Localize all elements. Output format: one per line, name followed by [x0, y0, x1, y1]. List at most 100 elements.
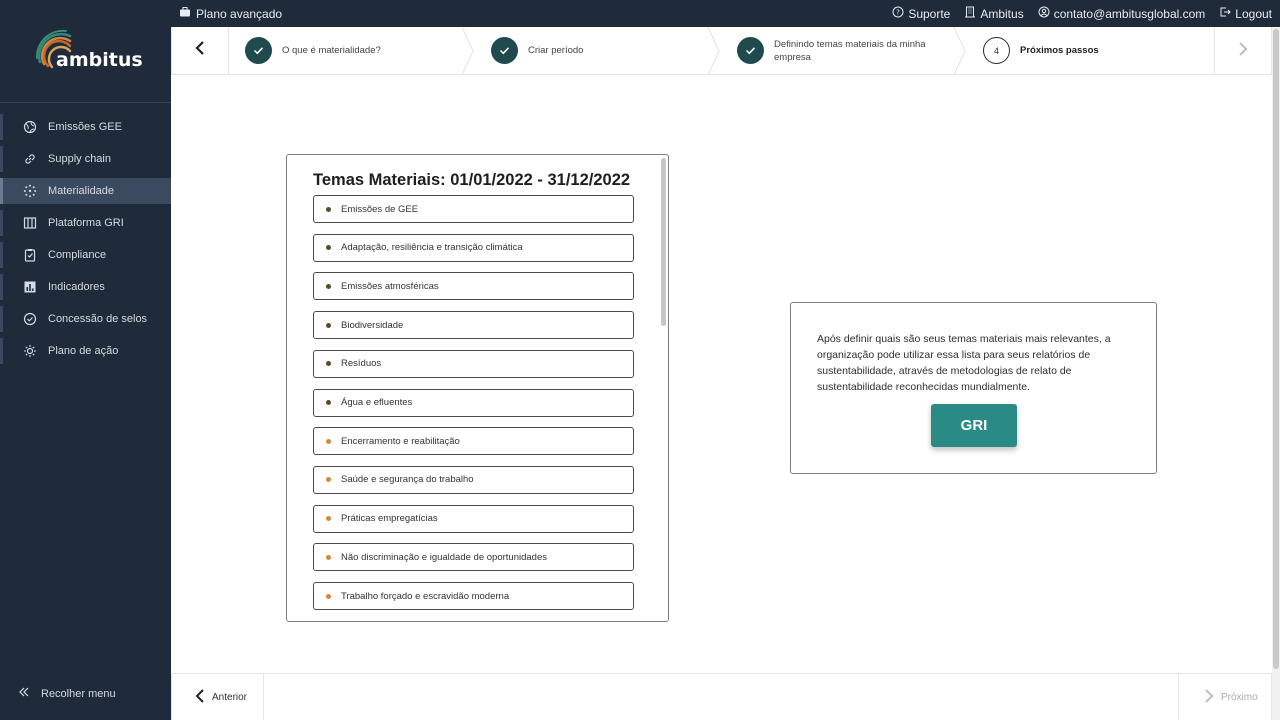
page-scrollbar[interactable]: [1272, 27, 1280, 720]
bullet-dot-icon: [326, 516, 331, 522]
chevron-right-icon: [1203, 688, 1215, 707]
topic-item[interactable]: Saúde e segurança do trabalho: [313, 465, 634, 494]
topic-label: Resíduos: [341, 358, 382, 370]
sidebar-item-supply-chain[interactable]: Supply chain: [0, 146, 171, 172]
topic-label: Emissões atmosféricas: [341, 280, 439, 292]
sidebar-item-label: Concessão de selos: [48, 313, 148, 325]
stepper: O que é materialidade? Criar período Def…: [171, 26, 1272, 75]
support-link[interactable]: ? Suporte: [892, 6, 950, 21]
stepper-next-button[interactable]: [1214, 27, 1271, 75]
dots-circle-icon: [23, 184, 37, 198]
previous-button[interactable]: Anterior: [172, 674, 264, 720]
company-label: Ambitus: [980, 6, 1024, 21]
check-icon: [253, 47, 264, 55]
step-label: Definindo temas materiais da minha empre…: [774, 38, 926, 63]
step-separator: [461, 26, 474, 75]
bullet-dot-icon: [326, 283, 331, 289]
sidebar-item-label: Compliance: [48, 249, 107, 261]
bottom-navigation: Anterior Próximo: [171, 673, 1272, 720]
support-label: Suporte: [908, 6, 951, 21]
link-icon: [23, 152, 37, 166]
next-steps-info-card: Após definir quais são seus temas materi…: [790, 302, 1157, 474]
company-link[interactable]: Ambitus: [964, 6, 1024, 21]
stepper-back-button[interactable]: [172, 26, 229, 75]
next-button[interactable]: Próximo: [1178, 674, 1271, 720]
topics-scrollbar[interactable]: [661, 158, 666, 326]
bullet-dot-icon: [326, 400, 331, 405]
help-circle-icon: ?: [892, 6, 904, 21]
topic-item[interactable]: Trabalho forçado e escravidão moderna: [313, 582, 634, 610]
topic-item[interactable]: Água e efluentes: [313, 388, 634, 417]
logout-label: Logout: [1235, 6, 1272, 21]
step-2[interactable]: Criar período: [475, 26, 721, 75]
sidebar-item-concessao-de-selos[interactable]: Concessão de selos: [0, 306, 171, 332]
bullet-dot-icon: [326, 554, 331, 560]
account-link[interactable]: contato@ambitusglobal.com: [1038, 6, 1205, 21]
topic-item[interactable]: Biodiversidade: [313, 311, 634, 340]
material-topics-card: Temas Materiais: 01/01/2022 - 31/12/2022…: [286, 154, 669, 622]
sidebar-item-emissoes-gee[interactable]: Emissões GEE: [0, 114, 171, 140]
topic-item[interactable]: Emissões de GEE: [313, 195, 634, 223]
topics-title: Temas Materiais: 01/01/2022 - 31/12/2022: [313, 171, 631, 189]
sidebar-item-materialidade[interactable]: Materialidade: [0, 178, 171, 204]
step-done-indicator: [491, 37, 518, 64]
briefcase-icon: [179, 6, 191, 21]
sidebar-item-plano-de-acao[interactable]: Plano de ação: [0, 338, 171, 364]
plan-indicator: Plano avançado: [179, 6, 282, 21]
topic-label: Biodiversidade: [341, 319, 404, 331]
sidebar-item-label: Materialidade: [48, 185, 115, 197]
step-label: Próximos passos: [1020, 45, 1099, 56]
sidebar-item-compliance[interactable]: Compliance: [0, 242, 171, 268]
step-separator: [707, 26, 720, 75]
columns-icon: [23, 216, 37, 230]
plan-label: Plano avançado: [196, 6, 283, 21]
chevron-left-icon: [194, 688, 206, 707]
sidebar-item-label: Indicadores: [48, 281, 105, 293]
topic-label: Adaptação, resiliência e transição climá…: [341, 242, 523, 254]
logout-icon: [1219, 6, 1232, 21]
sidebar-menu: Emissões GEE Supply chain Materialidade …: [0, 114, 171, 370]
chevron-right-icon: [1236, 41, 1250, 62]
topic-item[interactable]: Resíduos: [313, 349, 634, 378]
topic-label: Encerramento e reabilitação: [341, 435, 460, 447]
topic-label: Não discriminação e igualdade de oportun…: [341, 551, 547, 563]
user-circle-icon: [1038, 6, 1050, 21]
clipboard-check-icon: [23, 248, 37, 262]
info-text: Após definir quais são seus temas materi…: [817, 333, 1111, 393]
building-icon: [964, 6, 976, 21]
topic-label: Práticas empregatícias: [341, 513, 438, 525]
topic-item[interactable]: Não discriminação e igualdade de oportun…: [313, 543, 634, 572]
topic-item[interactable]: Práticas empregatícias: [313, 504, 634, 533]
sun-icon: [23, 344, 37, 358]
page-scrollbar-thumb[interactable]: [1273, 29, 1279, 669]
bar-chart-icon: [23, 280, 37, 294]
sidebar-item-indicadores[interactable]: Indicadores: [0, 274, 171, 300]
check-icon: [745, 47, 756, 55]
bullet-dot-icon: [326, 477, 331, 483]
topic-item[interactable]: Encerramento e reabilitação: [313, 427, 634, 456]
top-bar: Plano avançado ? Suporte Ambitus contato…: [171, 0, 1280, 27]
ambitus-logo[interactable]: ambitus: [30, 24, 145, 88]
sidebar-divider: [0, 102, 171, 103]
check-icon: [499, 47, 510, 55]
collapse-menu-button[interactable]: Recolher menu: [18, 686, 116, 701]
step-label: O que é materialidade?: [282, 45, 381, 56]
logo-text: ambitus: [56, 49, 143, 71]
svg-text:?: ?: [896, 9, 900, 17]
chevron-left-icon: [193, 40, 207, 61]
step-4[interactable]: 4 Próximos passos: [967, 27, 1213, 75]
topic-item[interactable]: Adaptação, resiliência e transição climá…: [313, 233, 634, 262]
bullet-dot-icon: [326, 322, 331, 328]
logout-button[interactable]: Logout: [1219, 6, 1272, 21]
topic-item[interactable]: Emissões atmosféricas: [313, 272, 634, 301]
topic-label: Água e efluentes: [341, 397, 413, 408]
bullet-dot-icon: [326, 361, 331, 367]
sidebar-item-plataforma-gri[interactable]: Plataforma GRI: [0, 210, 171, 236]
step-3[interactable]: Definindo temas materiais da minha empre…: [721, 26, 967, 75]
sidebar: ambitus Emissões GEE Supply chain Materi…: [0, 0, 171, 720]
sidebar-item-label: Emissões GEE: [48, 121, 122, 133]
gri-button[interactable]: GRI: [931, 404, 1017, 447]
step-1[interactable]: O que é materialidade?: [229, 26, 475, 75]
next-label: Próximo: [1221, 692, 1258, 703]
step-number-indicator: 4: [983, 37, 1010, 64]
